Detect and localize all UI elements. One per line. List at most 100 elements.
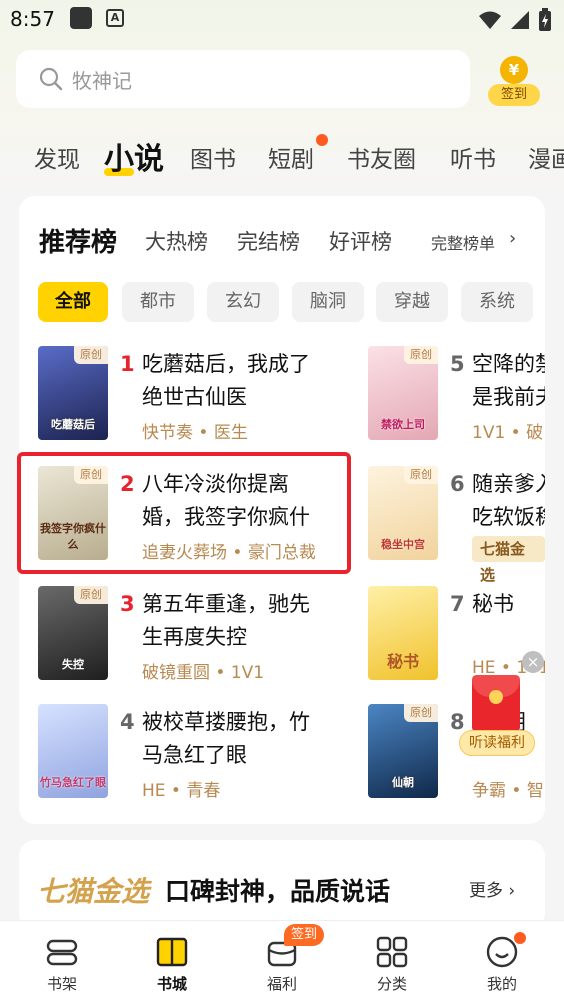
tab-books[interactable]: 图书	[190, 140, 236, 174]
chevron-right-icon: ›	[508, 881, 516, 901]
book-cover: 原创 稳坐中宫	[368, 466, 438, 560]
original-badge: 原创	[74, 346, 108, 364]
book-item[interactable]: 竹马急红了眼 4 被校草搂腰抱，竹 马急红了眼 HE • 青春	[38, 704, 378, 804]
book-title: 第五年重逢，驰先 生再度失控	[142, 588, 342, 654]
book-title-line: 空降的禁	[472, 352, 545, 376]
nav-label: 书架	[46, 975, 77, 993]
signal-icon	[511, 11, 529, 29]
close-icon[interactable]: ×	[522, 651, 544, 673]
category-icon	[376, 936, 408, 968]
bookstore-icon	[156, 937, 188, 967]
rank-number: 7	[450, 592, 465, 616]
nav-category[interactable]: 分类	[352, 921, 432, 1004]
rank-number: 3	[120, 592, 135, 616]
book-cover: 竹马急红了眼	[38, 704, 108, 798]
book-item[interactable]: 原创 吃蘑菇后 1 吃蘑菇后，我成了 绝世古仙医 快节奏 • 医生	[38, 346, 378, 446]
filter-chip-timetravel[interactable]: 穿越	[376, 282, 448, 322]
ranking-title[interactable]: 推荐榜	[39, 222, 117, 259]
tab-audiobook[interactable]: 听书	[450, 140, 496, 174]
search-placeholder: 牧神记	[72, 68, 132, 93]
rank-number: 5	[450, 352, 465, 376]
coin-icon: ¥	[500, 56, 528, 84]
app-notification-icon: A	[106, 9, 124, 27]
envelope-seal	[489, 690, 503, 704]
filter-chip-brainhole[interactable]: 脑洞	[292, 282, 364, 322]
nav-bookshelf[interactable]: 书架	[22, 921, 102, 1004]
book-tags: 快节奏 • 医生	[142, 423, 248, 443]
cover-title: 禁欲上司	[381, 418, 425, 431]
tab-discover[interactable]: 发现	[34, 140, 80, 174]
book-title-line: 绝世古仙医	[142, 385, 247, 409]
filter-chip-system[interactable]: 系统	[461, 282, 533, 322]
book-title-line: 是我前夫	[472, 385, 545, 409]
book-item[interactable]: 秘书 7 秘书 HE • 1V1	[368, 586, 545, 686]
tab-short-drama[interactable]: 短剧	[268, 140, 314, 174]
nav-bookstore[interactable]: 书城	[132, 921, 212, 1004]
ranking-tab-hot[interactable]: 大热榜	[145, 226, 208, 256]
filter-chip-urban[interactable]: 都市	[122, 282, 194, 322]
ranking-tab-completed[interactable]: 完结榜	[237, 226, 300, 256]
book-title: 秘书	[472, 588, 545, 621]
selection-highlight	[17, 452, 351, 574]
book-tags: 争霸 • 智	[472, 781, 544, 801]
wifi-icon	[479, 11, 501, 29]
tab-comics[interactable]: 漫画	[528, 140, 564, 174]
rank-number: 4	[120, 710, 135, 734]
notification-icon	[70, 7, 92, 29]
bookshelf-icon	[46, 939, 78, 966]
book-title: 吃蘑菇后，我成了 绝世古仙医	[142, 348, 342, 414]
book-item[interactable]: 原创 稳坐中宫 6 随亲爹入吃软饭稳 七猫金选	[368, 466, 545, 584]
original-badge: 原创	[404, 466, 438, 484]
rank-number: 6	[450, 472, 465, 496]
original-badge: 原创	[404, 704, 438, 722]
more-link[interactable]: 更多 ›	[469, 876, 515, 901]
book-title-line: 吃蘑菇后，我成了	[142, 352, 310, 376]
bottom-nav: 书架 书城 福利 分类 我的	[0, 920, 564, 1004]
tab-book-friends[interactable]: 书友圈	[347, 140, 416, 174]
original-badge: 原创	[74, 586, 108, 604]
cover-title: 秘书	[386, 652, 419, 671]
book-title: 被校草搂腰抱，竹 马急红了眼	[142, 706, 342, 772]
red-envelope-icon[interactable]	[472, 675, 520, 733]
search-input[interactable]: 牧神记	[16, 50, 470, 108]
full-ranking-link[interactable]: 完整榜单	[431, 230, 495, 254]
tab-novel[interactable]: 小说	[104, 134, 164, 178]
rank-number: 1	[120, 352, 135, 376]
gold-pick-card: 七猫金选 口碑封神，品质说话 更多 ›	[19, 840, 545, 930]
signin-button[interactable]: ¥ 签到	[486, 54, 542, 108]
gold-pick-brand: 七猫金选	[37, 875, 150, 908]
book-title-line: 随亲爹入	[472, 472, 545, 496]
cover-title: 稳坐中宫	[381, 538, 425, 551]
book-title-line: 马急红了眼	[142, 743, 247, 767]
gold-pick-badge: 七猫金选	[472, 536, 545, 584]
book-title-line: 吃软饭稳	[472, 505, 545, 529]
book-cover: 原创 仙朝	[368, 704, 438, 798]
profile-new-dot	[514, 932, 526, 944]
nav-profile[interactable]: 我的	[462, 921, 542, 1004]
chevron-right-icon: ›	[509, 228, 517, 249]
filter-chip-fantasy[interactable]: 玄幻	[207, 282, 279, 322]
book-tags: 破镜重圆 • 1V1	[142, 663, 265, 683]
nav-label: 福利	[266, 975, 297, 993]
listen-reward-button[interactable]: 听读福利	[459, 730, 535, 756]
filter-chip-all[interactable]: 全部	[38, 282, 108, 322]
status-time: 8:57	[10, 7, 55, 31]
rank-number: 8	[450, 710, 465, 734]
book-cover: 原创 吃蘑菇后	[38, 346, 108, 440]
nav-label: 分类	[376, 975, 407, 993]
ranking-tab-rated[interactable]: 好评榜	[329, 226, 392, 256]
book-tags: 1V1 • 破	[472, 423, 544, 443]
gold-pick-slogan: 口碑封神，品质说话	[165, 877, 391, 906]
book-tags: HE • 青春	[142, 781, 221, 801]
cover-title: 吃蘑菇后	[51, 418, 95, 431]
cover-title: 仙朝	[392, 776, 414, 789]
book-title-line: 被校草搂腰抱，竹	[142, 710, 310, 734]
book-title: 空降的禁是我前夫	[472, 348, 545, 414]
book-title-line: 秘书	[472, 592, 514, 616]
battery-icon	[539, 8, 551, 31]
book-cover: 秘书	[368, 586, 438, 680]
original-badge: 原创	[404, 346, 438, 364]
short-drama-new-dot	[316, 134, 328, 146]
book-item[interactable]: 原创 失控 3 第五年重逢，驰先 生再度失控 破镜重圆 • 1V1	[38, 586, 378, 686]
book-item[interactable]: 原创 禁欲上司 5 空降的禁是我前夫 1V1 • 破	[368, 346, 545, 446]
